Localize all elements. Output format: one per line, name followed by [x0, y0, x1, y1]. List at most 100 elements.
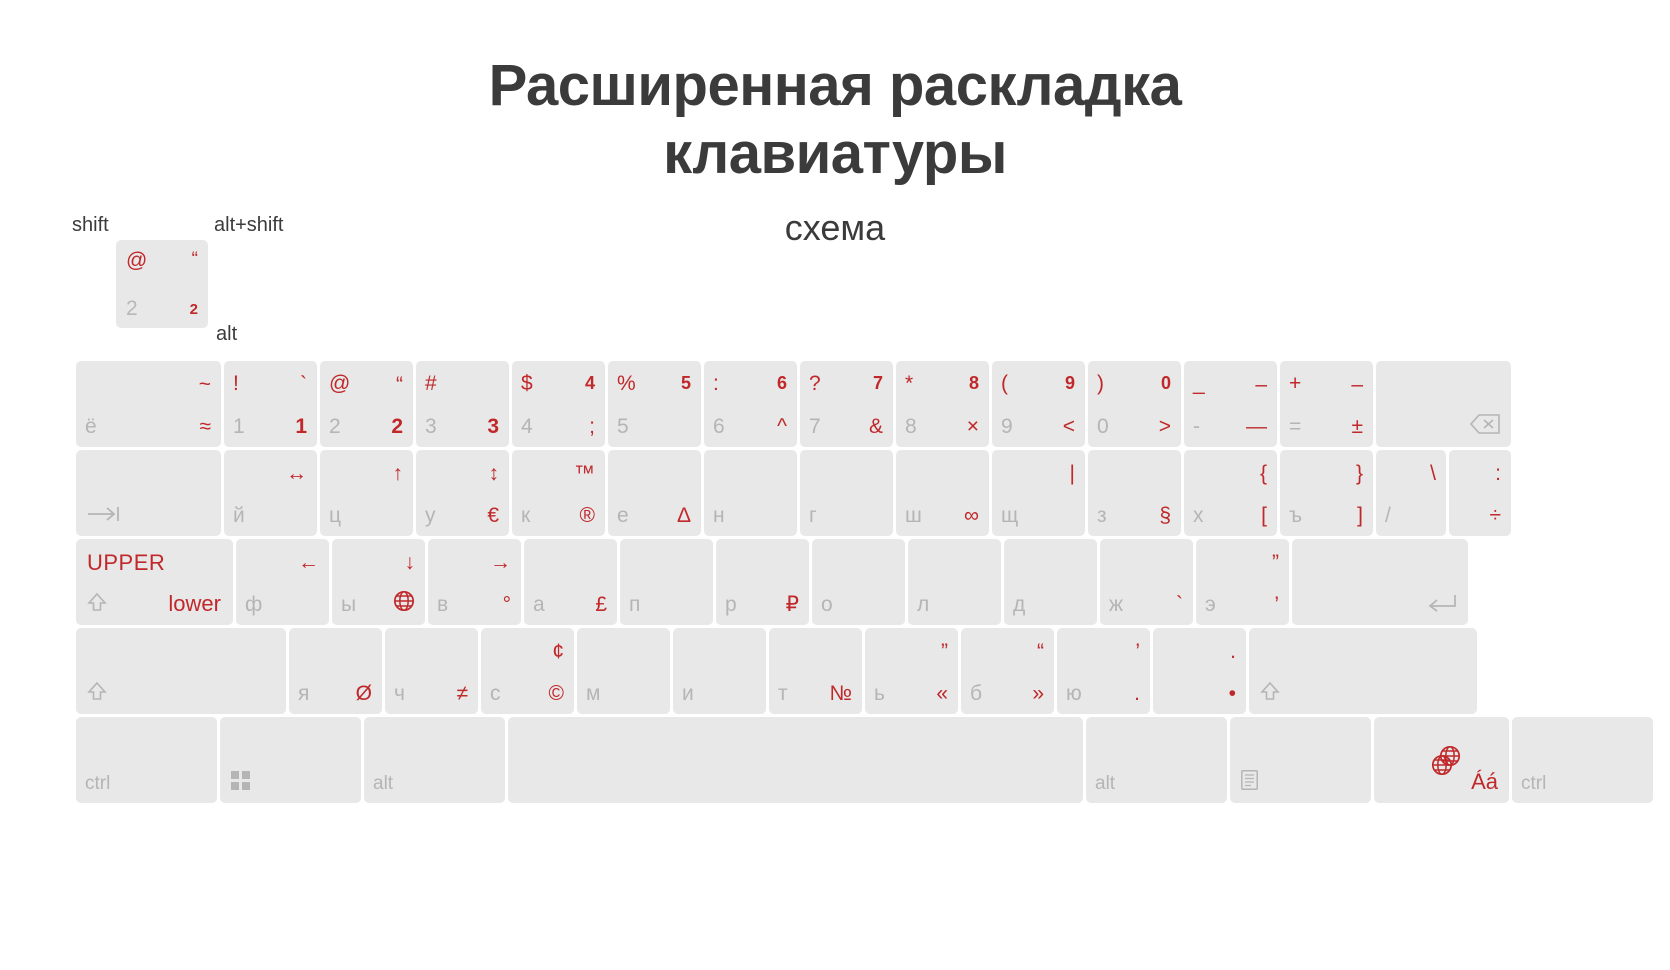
- key-ctrl-left[interactable]: ctrl: [76, 717, 217, 803]
- key-capslock[interactable]: UPPER lower: [76, 539, 233, 625]
- key-soft-alt-label: «: [936, 682, 948, 705]
- key-s[interactable]: ¢ с ©: [481, 628, 574, 714]
- key-p[interactable]: п: [620, 539, 713, 625]
- key-n-base-label: н: [713, 504, 725, 527]
- key-tab[interactable]: [76, 450, 221, 536]
- key-t[interactable]: т №: [769, 628, 862, 714]
- key-lang[interactable]: Áá: [1374, 717, 1509, 803]
- key-ctrl-right[interactable]: ctrl: [1512, 717, 1653, 803]
- key-shift-left[interactable]: [76, 628, 286, 714]
- key-ch-base-label: ч: [394, 682, 405, 705]
- key-yeru[interactable]: ↓ ы: [332, 539, 425, 625]
- key-hard[interactable]: } ъ]: [1280, 450, 1373, 536]
- key-h-altshift-label: {: [1259, 462, 1267, 485]
- key-g-base-label: г: [809, 504, 817, 527]
- key-minus[interactable]: _ – - —: [1184, 361, 1277, 447]
- key-space[interactable]: [508, 717, 1083, 803]
- key-z[interactable]: з §: [1088, 450, 1181, 536]
- key-v[interactable]: → в °: [428, 539, 521, 625]
- key-g[interactable]: г: [800, 450, 893, 536]
- key-ts[interactable]: ↑ ц: [320, 450, 413, 536]
- lang-accent-label: Áá: [1471, 769, 1498, 794]
- key-0-base-label: 0: [1097, 415, 1109, 438]
- key-ie[interactable]: еΔ: [608, 450, 701, 536]
- key-period-alt-label: •: [1228, 682, 1236, 705]
- key-slash[interactable]: \ /: [1376, 450, 1446, 536]
- key-shch[interactable]: | щ: [992, 450, 1085, 536]
- key-h[interactable]: {х [: [1184, 450, 1277, 536]
- key-9[interactable]: (9 9 <: [992, 361, 1085, 447]
- key-ya[interactable]: яØ: [289, 628, 382, 714]
- key-soft[interactable]: ” ь «: [865, 628, 958, 714]
- key-8-shift-label: *: [905, 372, 914, 395]
- legend-altshift-value: “: [191, 249, 198, 270]
- key-minus-shift-label: _: [1193, 372, 1205, 395]
- key-a[interactable]: а £: [524, 539, 617, 625]
- keyboard-row-number-row: ~ ё ≈! ` 1 1 @ “ 2 2 #3 3 $4 4;% 5 5: 6 6 ^? 7 7 & * 8 8 × (9 9 <) 0 0…: [76, 361, 1511, 447]
- key-d[interactable]: д: [1004, 539, 1097, 625]
- key-4[interactable]: $4 4;: [512, 361, 605, 447]
- key-m[interactable]: м: [577, 628, 670, 714]
- key-f-altshift-label: ←: [298, 551, 319, 574]
- caps-upper-label: UPPER: [87, 550, 166, 575]
- key-y[interactable]: ↔ й: [224, 450, 317, 536]
- key-equals[interactable]: + – = ±: [1280, 361, 1373, 447]
- key-colon2[interactable]: : ÷: [1449, 450, 1511, 536]
- key-f[interactable]: ← ф: [236, 539, 329, 625]
- key-3[interactable]: #3 3: [416, 361, 509, 447]
- key-enter[interactable]: [1292, 539, 1468, 625]
- key-e[interactable]: ” э ’: [1196, 539, 1289, 625]
- key-9-shift-label: (: [1001, 372, 1008, 395]
- key-6[interactable]: : 6 6 ^: [704, 361, 797, 447]
- key-sh[interactable]: ш ∞: [896, 450, 989, 536]
- key-m-base-label: м: [586, 682, 601, 705]
- key-colon2-alt-label: ÷: [1489, 504, 1501, 527]
- key-yo[interactable]: ~ ё ≈: [76, 361, 221, 447]
- key-6-base-label: 6: [713, 415, 725, 438]
- key-b-alt-label: »: [1032, 682, 1044, 705]
- key-0-alt-label: >: [1158, 415, 1171, 438]
- key-alt-left[interactable]: alt: [364, 717, 505, 803]
- key-5[interactable]: % 5 5: [608, 361, 701, 447]
- key-2[interactable]: @ “ 2 2: [320, 361, 413, 447]
- key-yu[interactable]: ’ ю.: [1057, 628, 1150, 714]
- key-minus-alt-label: —: [1246, 415, 1267, 438]
- key-b[interactable]: “ б »: [961, 628, 1054, 714]
- key-n[interactable]: н: [704, 450, 797, 536]
- win-icon: [231, 771, 250, 795]
- key-6-altshift-label: 6: [776, 373, 787, 393]
- key-yu-alt-label: .: [1134, 682, 1140, 705]
- key-zh[interactable]: ж `: [1100, 539, 1193, 625]
- key-r[interactable]: р ₽: [716, 539, 809, 625]
- key-equals-altshift-label: –: [1351, 373, 1363, 396]
- key-ch[interactable]: ч ≠: [385, 628, 478, 714]
- key-period-altshift-label: .: [1230, 640, 1236, 663]
- key-7[interactable]: ? 7 7 &: [800, 361, 893, 447]
- key-l-base-label: л: [917, 593, 930, 616]
- key-6-shift-label: :: [713, 372, 719, 395]
- key-shift-right[interactable]: [1249, 628, 1477, 714]
- key-i[interactable]: и: [673, 628, 766, 714]
- key-sh-base-label: ш: [905, 504, 922, 527]
- key-ts-base-label: ц: [329, 504, 342, 527]
- key-9-altshift-label: 9: [1064, 373, 1075, 393]
- key-ya-base-label: я: [298, 682, 310, 705]
- key-win[interactable]: [220, 717, 361, 803]
- globe-icon: [1439, 745, 1461, 771]
- key-backspace[interactable]: [1376, 361, 1511, 447]
- key-alt-right[interactable]: alt: [1086, 717, 1227, 803]
- key-u[interactable]: ↕ у €: [416, 450, 509, 536]
- key-2-shift-label: @: [329, 372, 351, 395]
- key-1[interactable]: ! ` 1 1: [224, 361, 317, 447]
- keyboard-row-shift-row: я Øч ≠ ¢ с © м и т №” ь «“б»’ ю.. •: [76, 628, 1494, 714]
- key-k[interactable]: ™ к ®: [512, 450, 605, 536]
- keyboard-row-home-row: UPPER lower ← ф ↓ ы → в ° а £ п р ₽ о л д ж `” э’: [76, 539, 1494, 625]
- key-8[interactable]: * 8 8 ×: [896, 361, 989, 447]
- key-0[interactable]: ) 0 0 >: [1088, 361, 1181, 447]
- key-o-base-label: о: [821, 593, 833, 616]
- key-menu[interactable]: [1230, 717, 1371, 803]
- key-l[interactable]: л: [908, 539, 1001, 625]
- legend-example-key: @ “ 2 2: [116, 240, 208, 328]
- key-period[interactable]: . •: [1153, 628, 1246, 714]
- key-o[interactable]: о: [812, 539, 905, 625]
